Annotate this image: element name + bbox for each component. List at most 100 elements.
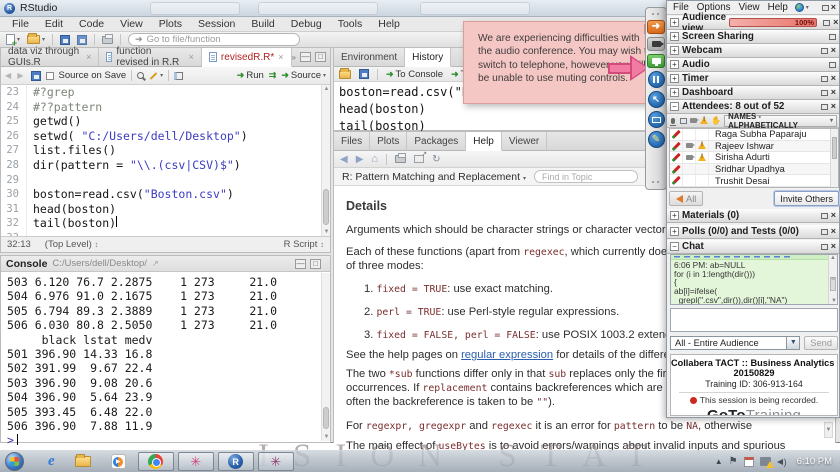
panel-audio[interactable]: + Audio [667,58,839,72]
calendar-icon[interactable] [744,457,754,467]
home-icon[interactable]: ⌂ [371,153,378,165]
panel-webcam[interactable]: + Webcam × [667,44,839,58]
to-console-button[interactable]: ➜To Console [386,69,443,80]
attendee-sort-dropdown[interactable]: NAMES - ALPHABETICALLY▾ [724,115,837,127]
undock-icon[interactable] [821,244,828,250]
close-icon[interactable]: × [833,18,838,27]
close-icon[interactable]: × [831,88,836,97]
attendee-row[interactable]: Sridhar Upadhya [670,164,838,176]
tab-revisedr[interactable]: revisedR.R*× [202,48,292,67]
source-on-save-checkbox[interactable] [46,72,54,80]
mute-all-button[interactable]: All [669,191,703,206]
save-all-button[interactable] [77,35,87,45]
panel-chat[interactable]: − Chat × [667,240,839,254]
regular-expression-link[interactable]: regular expression [461,349,553,361]
new-file-button[interactable]: ▾ [6,34,20,45]
gotomeeting-taskbar-button[interactable]: ✳ [178,452,214,471]
menu-session[interactable]: Session [190,17,243,31]
scrollbar-thumb[interactable] [323,189,329,225]
drawing-tools-button[interactable]: ✎ [648,131,665,148]
tab-packages[interactable]: Packages [407,132,466,150]
g2t-menu-help[interactable]: Help [765,2,791,13]
tab-environment[interactable]: Environment [334,48,405,66]
pause-button[interactable] [648,71,665,88]
tab-viewer[interactable]: Viewer [502,132,547,150]
nav-back-forward-icons[interactable]: ◀ ▶ [5,71,26,80]
media-player-button[interactable]: ▶ [111,454,126,469]
attendee-row[interactable]: Sirisha Adurti [670,152,838,164]
more-tabs-chevron[interactable]: » [292,53,296,62]
menu-file[interactable]: File [4,17,37,31]
expand-icon[interactable]: + [670,74,679,83]
doc-type-selector[interactable]: R Script ↕ [284,239,324,250]
tab-help[interactable]: Help [466,132,502,151]
undock-icon[interactable] [821,213,828,219]
back-icon[interactable]: ◀ [340,154,348,165]
menu-debug[interactable]: Debug [283,17,330,31]
webcam-button[interactable] [647,37,665,51]
attendee-scrollbar[interactable] [830,129,838,187]
pointer-tool-button[interactable]: ↖ [648,91,665,108]
chat-history[interactable]: 6:06 PM: ab=NULL for (i in 1:length(dir(… [670,254,838,305]
refresh-icon[interactable]: ↻ [432,154,440,165]
scrollbar-thumb[interactable]: ≡ [830,277,836,291]
open-history-icon[interactable] [339,70,351,79]
attendee-list[interactable]: Raga Subha Paparaju Rajeev Ishwar Sirish… [669,128,839,188]
open-in-new-window-icon[interactable] [414,155,424,163]
maximize-pane-button[interactable]: □ [315,52,326,62]
undock-icon[interactable] [821,229,828,235]
tab-files[interactable]: Files [334,132,370,150]
globe-icon[interactable] [795,3,804,12]
start-button[interactable] [5,452,24,471]
console-output[interactable]: 503 6.120 76.7 2.2875 1 273 21.0 504 6.9… [1,272,330,447]
scrollbar-thumb[interactable] [832,137,837,159]
menu-plots[interactable]: Plots [151,17,190,31]
scroll-down-icon[interactable]: ▼ [322,229,330,235]
code-tools-button[interactable]: ▾ [149,72,163,79]
webcam-icon[interactable] [690,118,697,123]
undock-icon[interactable] [821,48,828,54]
run-button[interactable]: ➜Run [237,70,264,81]
code-editor[interactable]: 23#?grep 24#??pattern 25getwd() 26setwd(… [1,85,330,236]
expand-icon[interactable]: + [670,46,679,55]
g2t-menu-view[interactable]: View [736,2,763,13]
open-file-button[interactable]: ▾ [27,35,45,44]
console-scrollbar[interactable]: ▼ [321,273,330,441]
tray-expand-icon[interactable]: ▲ [715,457,723,466]
close-icon[interactable]: × [831,74,836,83]
chat-audience-select[interactable]: All - Entire Audience ▼ [670,336,800,350]
expand-icon[interactable]: + [670,32,679,41]
attendee-row[interactable]: Rajeev Ishwar [670,141,838,153]
undock-icon[interactable] [823,20,830,26]
chat-input[interactable] [671,309,837,331]
undock-icon[interactable] [821,76,828,82]
file-explorer-button[interactable] [75,456,91,467]
chrome-taskbar-button[interactable] [138,452,174,471]
menu-build[interactable]: Build [243,17,282,31]
search-icon[interactable] [137,72,144,79]
app-taskbar-button[interactable]: ✳ [258,452,294,471]
menu-view[interactable]: View [112,17,151,31]
clock[interactable]: 6:10 PM [797,456,832,467]
undock-icon[interactable] [829,62,836,68]
expand-icon[interactable]: + [670,60,679,69]
expand-icon[interactable]: + [670,88,679,97]
alert-icon[interactable] [700,117,708,124]
panel-timer[interactable]: + Timer × [667,72,839,86]
expand-icon[interactable]: + [670,227,679,236]
print-icon[interactable] [395,155,406,163]
expand-icon[interactable]: + [670,18,679,27]
close-icon[interactable]: × [831,242,836,251]
collapse-icon[interactable]: − [670,102,679,111]
print-button[interactable] [102,36,113,44]
compile-notebook-icon[interactable] [174,72,183,80]
panel-polls[interactable]: + Polls (0/0) and Tests (0/0) × [667,225,839,239]
close-icon[interactable]: × [831,227,836,236]
scrollbar-thumb[interactable] [323,407,329,429]
forward-icon[interactable]: ▶ [356,154,364,165]
screen-icon[interactable] [680,118,688,124]
close-icon[interactable]: × [86,52,91,62]
menu-edit[interactable]: Edit [37,17,71,31]
undock-icon[interactable] [829,34,836,40]
menu-code[interactable]: Code [71,17,112,31]
